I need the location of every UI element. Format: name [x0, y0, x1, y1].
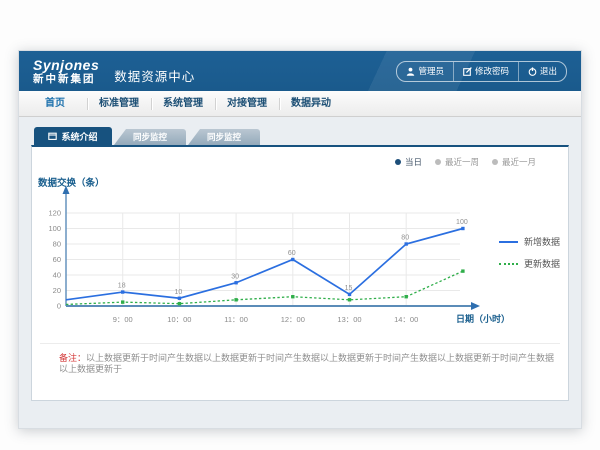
- nav-item[interactable]: 对接管理: [215, 92, 279, 116]
- svg-text:100: 100: [48, 224, 61, 233]
- svg-text:60: 60: [288, 250, 296, 257]
- tab-doc-icon: [48, 132, 57, 141]
- svg-text:80: 80: [53, 240, 61, 249]
- tab-2[interactable]: 同步监控: [188, 129, 260, 145]
- tab-label: 同步监控: [207, 131, 241, 143]
- brand-logo-text: Synjones: [33, 58, 99, 72]
- footnote: 备注：以上数据更新于时间产生数据以上数据更新于时间产生数据以上数据更新于时间产生…: [59, 353, 558, 376]
- svg-text:40: 40: [53, 271, 61, 280]
- range-option[interactable]: 最近一月: [492, 156, 536, 168]
- range-option-label: 最近一周: [445, 156, 479, 168]
- svg-text:15: 15: [345, 285, 353, 292]
- svg-text:14：00: 14：00: [394, 315, 418, 324]
- note-divider: [40, 343, 560, 344]
- main-nav: 首页标准管理系统管理对接管理数据异动: [19, 91, 581, 117]
- tab-label: 同步监控: [133, 131, 167, 143]
- svg-text:60: 60: [53, 255, 61, 264]
- svg-text:9：00: 9：00: [113, 315, 133, 324]
- brand-logo-subtext: 新中新集团: [33, 74, 99, 85]
- tab-1[interactable]: 同步监控: [114, 129, 186, 145]
- user-menu-label: 管理员: [418, 65, 444, 77]
- app-header: Synjones 新中新集团 数据资源中心 管理员 修改密码 退出: [19, 51, 581, 91]
- range-option-label: 最近一月: [502, 156, 536, 168]
- legend-label: 新增数据: [524, 235, 560, 248]
- legend-item: 更新数据: [499, 257, 560, 270]
- radio-dot-icon: [492, 159, 498, 165]
- svg-text:120: 120: [48, 209, 61, 218]
- footnote-label: 备注：: [59, 353, 86, 363]
- footnote-text: 以上数据更新于时间产生数据以上数据更新于时间产生数据以上数据更新于时间产生数据以…: [59, 353, 554, 374]
- range-selector: 当日 最近一周 最近一月: [395, 156, 536, 168]
- legend-line-icon: [499, 263, 518, 265]
- chart-legend: 新增数据更新数据: [499, 235, 560, 270]
- user-menu-logout[interactable]: 退出: [518, 62, 566, 81]
- range-option-label: 当日: [405, 156, 422, 168]
- user-menu-label: 退出: [540, 65, 557, 77]
- content-area: 系统介绍 同步监控 同步监控 当日 最近一周 最近一月 0 20 40 60 80 100 120 9…: [19, 117, 581, 401]
- radio-dot-icon: [435, 159, 441, 165]
- user-icon: [406, 67, 415, 76]
- legend-item: 新增数据: [499, 235, 560, 248]
- svg-text:日期（小时）: 日期（小时）: [456, 313, 510, 324]
- svg-text:12：00: 12：00: [281, 315, 305, 324]
- range-option[interactable]: 当日: [395, 156, 422, 168]
- svg-text:数据交换（条）: 数据交换（条）: [37, 177, 105, 189]
- legend-line-icon: [499, 241, 518, 243]
- svg-text:30: 30: [231, 273, 239, 280]
- tab-bar: 系统介绍 同步监控 同步监控: [34, 127, 569, 145]
- svg-text:80: 80: [401, 235, 409, 242]
- svg-text:11：00: 11：00: [224, 315, 248, 324]
- svg-text:10: 10: [175, 289, 183, 296]
- svg-text:10：00: 10：00: [167, 315, 191, 324]
- nav-item[interactable]: 首页: [23, 92, 87, 116]
- user-menu: 管理员 修改密码 退出: [396, 61, 567, 82]
- svg-text:100: 100: [456, 219, 468, 226]
- app-window: Synjones 新中新集团 数据资源中心 管理员修改密码退出 首页标准管理系统…: [18, 50, 582, 429]
- svg-text:0: 0: [57, 302, 61, 311]
- brand-logo[interactable]: Synjones 新中新集团: [33, 58, 99, 85]
- nav-item[interactable]: 标准管理: [87, 92, 151, 116]
- user-menu-label: 修改密码: [475, 65, 509, 77]
- range-option[interactable]: 最近一周: [435, 156, 479, 168]
- tab-0[interactable]: 系统介绍: [34, 127, 112, 145]
- edit-icon: [463, 67, 472, 76]
- user-menu-user[interactable]: 管理员: [397, 62, 453, 81]
- radio-dot-icon: [395, 159, 401, 165]
- legend-label: 更新数据: [524, 257, 560, 270]
- nav-item[interactable]: 系统管理: [151, 92, 215, 116]
- svg-text:18: 18: [118, 283, 126, 290]
- app-title: 数据资源中心: [114, 58, 195, 85]
- svg-text:20: 20: [53, 286, 61, 295]
- svg-text:13：00: 13：00: [337, 315, 361, 324]
- user-menu-edit[interactable]: 修改密码: [453, 62, 518, 81]
- exchange-line-chart: 0 20 40 60 80 100 120 9：00 10：00 11：00 12：00 13：00 1…: [32, 173, 568, 331]
- chart-panel: 当日 最近一周 最近一月 0 20 40 60 80 100 120 9：00 10：00 11：00…: [31, 145, 569, 401]
- tab-label: 系统介绍: [61, 130, 97, 143]
- logout-icon: [528, 67, 537, 76]
- nav-item[interactable]: 数据异动: [279, 92, 343, 116]
